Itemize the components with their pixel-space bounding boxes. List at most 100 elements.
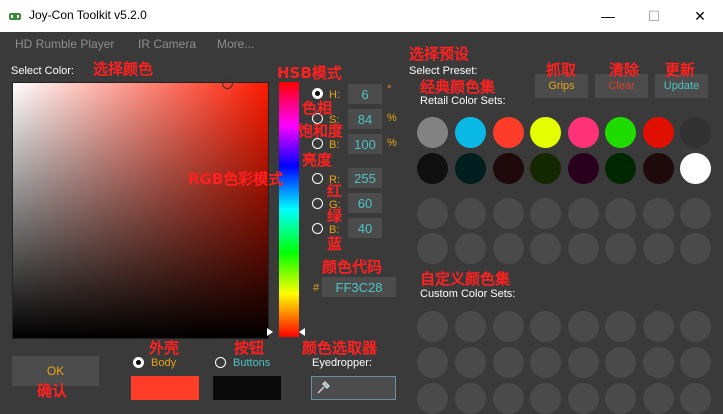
picker-cursor[interactable]	[222, 78, 233, 89]
retail-swatch[interactable]	[568, 153, 599, 184]
custom-swatch[interactable]	[643, 347, 674, 378]
empty-swatch[interactable]	[568, 198, 599, 229]
retail-swatch[interactable]	[417, 117, 448, 148]
empty-swatch[interactable]	[417, 198, 448, 229]
saturation-input[interactable]: 84	[348, 109, 382, 129]
empty-swatch[interactable]	[455, 233, 486, 264]
menu-more[interactable]: More...	[217, 37, 254, 51]
retail-swatch[interactable]	[643, 153, 674, 184]
brightness-input[interactable]: 100	[348, 134, 382, 154]
green-input[interactable]: 60	[348, 193, 382, 213]
custom-swatch[interactable]	[417, 383, 448, 414]
annotation-hue: 色相	[302, 99, 333, 117]
retail-swatch[interactable]	[643, 117, 674, 148]
custom-swatch[interactable]	[605, 311, 636, 342]
red-input[interactable]: 255	[348, 168, 382, 188]
buttons-label: Buttons	[233, 357, 271, 369]
blue-input[interactable]: 40	[348, 218, 382, 238]
rgb-b-radio[interactable]	[312, 223, 323, 234]
custom-swatch[interactable]	[455, 347, 486, 378]
buttons-color-swatch[interactable]	[213, 376, 281, 400]
retail-swatch[interactable]	[530, 153, 561, 184]
custom-swatch[interactable]	[680, 347, 711, 378]
annotation-classic-sets: 经典颜色集	[420, 78, 496, 96]
body-color-swatch[interactable]	[131, 376, 199, 400]
rgb-g-radio[interactable]	[312, 198, 323, 209]
custom-swatch[interactable]	[530, 383, 561, 414]
retail-swatch[interactable]	[530, 117, 561, 148]
empty-swatch[interactable]	[568, 233, 599, 264]
custom-swatch[interactable]	[680, 311, 711, 342]
annotation-rgb-mode: RGB色彩模式	[188, 170, 284, 188]
custom-swatch[interactable]	[680, 383, 711, 414]
annotation-shell: 外壳	[149, 339, 180, 357]
empty-swatch[interactable]	[455, 198, 486, 229]
custom-swatch[interactable]	[530, 347, 561, 378]
minimize-button[interactable]: —	[585, 0, 631, 32]
empty-swatch[interactable]	[643, 198, 674, 229]
custom-swatch[interactable]	[417, 347, 448, 378]
custom-sets-label: Custom Color Sets:	[420, 288, 516, 300]
buttons-radio[interactable]	[215, 357, 226, 368]
empty-swatch[interactable]	[530, 198, 561, 229]
custom-swatch[interactable]	[568, 311, 599, 342]
custom-swatch[interactable]	[493, 311, 524, 342]
gamepad-icon	[9, 13, 21, 20]
body-radio[interactable]	[133, 357, 144, 368]
empty-swatch[interactable]	[643, 233, 674, 264]
empty-swatch[interactable]	[680, 198, 711, 229]
window-title: Joy-Con Toolkit v5.2.0	[29, 8, 147, 22]
retail-swatch[interactable]	[455, 117, 486, 148]
retail-swatch[interactable]	[493, 117, 524, 148]
annotation-grips: 抓取	[546, 61, 577, 79]
empty-swatch[interactable]	[493, 233, 524, 264]
retail-swatch[interactable]	[680, 153, 711, 184]
retail-swatch[interactable]	[568, 117, 599, 148]
empty-swatch[interactable]	[680, 233, 711, 264]
custom-swatch[interactable]	[493, 347, 524, 378]
retail-swatch[interactable]	[605, 153, 636, 184]
saturation-brightness-picker[interactable]	[12, 82, 269, 339]
custom-swatch[interactable]	[605, 383, 636, 414]
empty-swatch[interactable]	[530, 233, 561, 264]
hue-slider[interactable]	[279, 82, 299, 337]
select-color-label: Select Color:	[11, 65, 74, 77]
custom-swatch[interactable]	[417, 311, 448, 342]
empty-swatch[interactable]	[417, 233, 448, 264]
hex-code-input[interactable]: FF3C28	[322, 277, 396, 297]
rgb-r-radio[interactable]	[312, 173, 323, 184]
custom-swatch[interactable]	[643, 311, 674, 342]
custom-swatch[interactable]	[530, 311, 561, 342]
custom-swatch[interactable]	[455, 383, 486, 414]
annotation-confirm: 确认	[37, 382, 68, 400]
hex-prefix: #	[313, 282, 320, 294]
menu-hd-rumble-player[interactable]: HD Rumble Player	[15, 37, 114, 51]
custom-swatch[interactable]	[455, 311, 486, 342]
custom-swatch[interactable]	[568, 347, 599, 378]
picker-pointer-icon	[267, 328, 273, 336]
percent-unit: %	[387, 112, 397, 124]
title-bar: Joy-Con Toolkit v5.2.0 — ☐ ✕	[0, 0, 723, 32]
empty-swatch[interactable]	[605, 233, 636, 264]
empty-swatch[interactable]	[605, 198, 636, 229]
custom-swatch[interactable]	[643, 383, 674, 414]
empty-swatch[interactable]	[493, 198, 524, 229]
percent-unit: %	[387, 137, 397, 149]
hue-input[interactable]: 6	[348, 84, 382, 104]
retail-swatch[interactable]	[493, 153, 524, 184]
hue-pointer-icon	[299, 328, 305, 336]
eyedropper-button[interactable]	[311, 376, 396, 400]
close-button[interactable]: ✕	[677, 0, 723, 32]
annotation-update: 更新	[665, 61, 696, 79]
retail-swatch[interactable]	[455, 153, 486, 184]
retail-swatch[interactable]	[680, 117, 711, 148]
custom-swatch[interactable]	[568, 383, 599, 414]
custom-swatch[interactable]	[605, 347, 636, 378]
retail-swatch[interactable]	[605, 117, 636, 148]
menu-ir-camera[interactable]: IR Camera	[138, 37, 196, 51]
retail-swatch[interactable]	[417, 153, 448, 184]
annotation-custom-sets: 自定义颜色集	[420, 270, 511, 288]
annotation-color-code: 颜色代码	[322, 258, 383, 276]
maximize-button[interactable]: ☐	[631, 0, 677, 32]
custom-swatch[interactable]	[493, 383, 524, 414]
